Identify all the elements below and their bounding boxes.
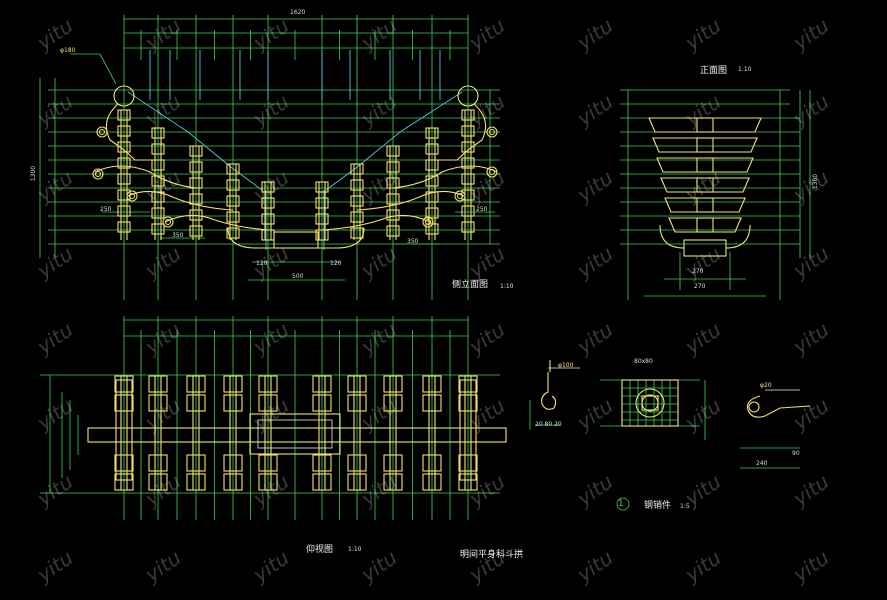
bracket-arm — [321, 214, 431, 231]
bracket-arm — [164, 214, 269, 231]
front-block — [696, 177, 714, 193]
front-tier — [660, 177, 750, 193]
dim-120-right: 120 — [330, 260, 342, 267]
plan-scale: 1:10 — [348, 546, 362, 553]
front-base-curve — [659, 224, 685, 249]
dim-90: 90 — [792, 450, 800, 457]
front-block — [696, 197, 714, 213]
dim-80x80: 80x80 — [634, 358, 653, 365]
cyan-brace — [127, 91, 263, 191]
dim-240: 240 — [756, 460, 768, 467]
dim-250-right: 250 — [476, 206, 488, 213]
dim-front-height: 1300 — [812, 173, 820, 190]
front-seat — [683, 239, 727, 257]
detail-marker: 1 — [618, 499, 624, 509]
drawing-canvas — [39, 15, 811, 520]
cyan-brace — [325, 91, 463, 191]
dim-250-left: 250 — [100, 206, 112, 213]
section-core — [641, 395, 659, 411]
section-circle — [641, 394, 659, 412]
pin-detail — [746, 395, 811, 418]
side-elevation-title: 侧立面图 — [452, 280, 489, 290]
pin-curl — [541, 372, 557, 410]
detail-scale: 1:5 — [680, 503, 690, 510]
dim-120-left: 120 — [256, 260, 268, 267]
diameter-20-label: φ20 — [760, 382, 772, 389]
front-tier — [652, 137, 758, 153]
diameter-180-label: φ180 — [60, 47, 76, 54]
dim-side-height: 1300 — [30, 165, 38, 182]
front-tier — [648, 117, 762, 133]
dim-top-total: 1620 — [290, 9, 306, 16]
pin-eye — [748, 401, 760, 413]
front-tier — [664, 197, 746, 213]
bracket-arm — [94, 165, 197, 189]
dim-350-right: 350 — [407, 238, 419, 245]
base-seat — [273, 231, 319, 249]
dim-500: 500 — [292, 273, 304, 280]
bracket-arm — [392, 165, 498, 189]
drawing-title: 明间平身科斗拱 — [460, 550, 524, 560]
dim-350-left: 350 — [172, 232, 184, 239]
dim-270-base: 270 — [694, 283, 706, 290]
front-elevation-scale: 1:10 — [738, 66, 752, 73]
bracket-arm — [356, 190, 465, 211]
front-block — [696, 117, 714, 133]
scroll-curl — [162, 216, 174, 228]
diameter-100-label: φ100 — [558, 362, 574, 369]
base-curve — [227, 227, 365, 249]
dim-20-80-20: 20 80 20 — [535, 421, 562, 428]
dim-270: 270 — [692, 268, 704, 275]
plan-central-beam — [87, 427, 507, 443]
side-elevation-scale: 1:10 — [500, 283, 514, 290]
detail-title: 钢销件 — [644, 501, 672, 511]
plan-title: 仰视图 — [306, 545, 334, 555]
front-elevation-title: 正面图 — [700, 66, 728, 76]
front-base-curve — [725, 224, 751, 249]
bracket-arm — [127, 190, 234, 211]
scroll-curl — [486, 166, 498, 178]
leader-line — [99, 53, 117, 85]
front-block — [696, 137, 714, 153]
section-circle — [635, 388, 665, 418]
